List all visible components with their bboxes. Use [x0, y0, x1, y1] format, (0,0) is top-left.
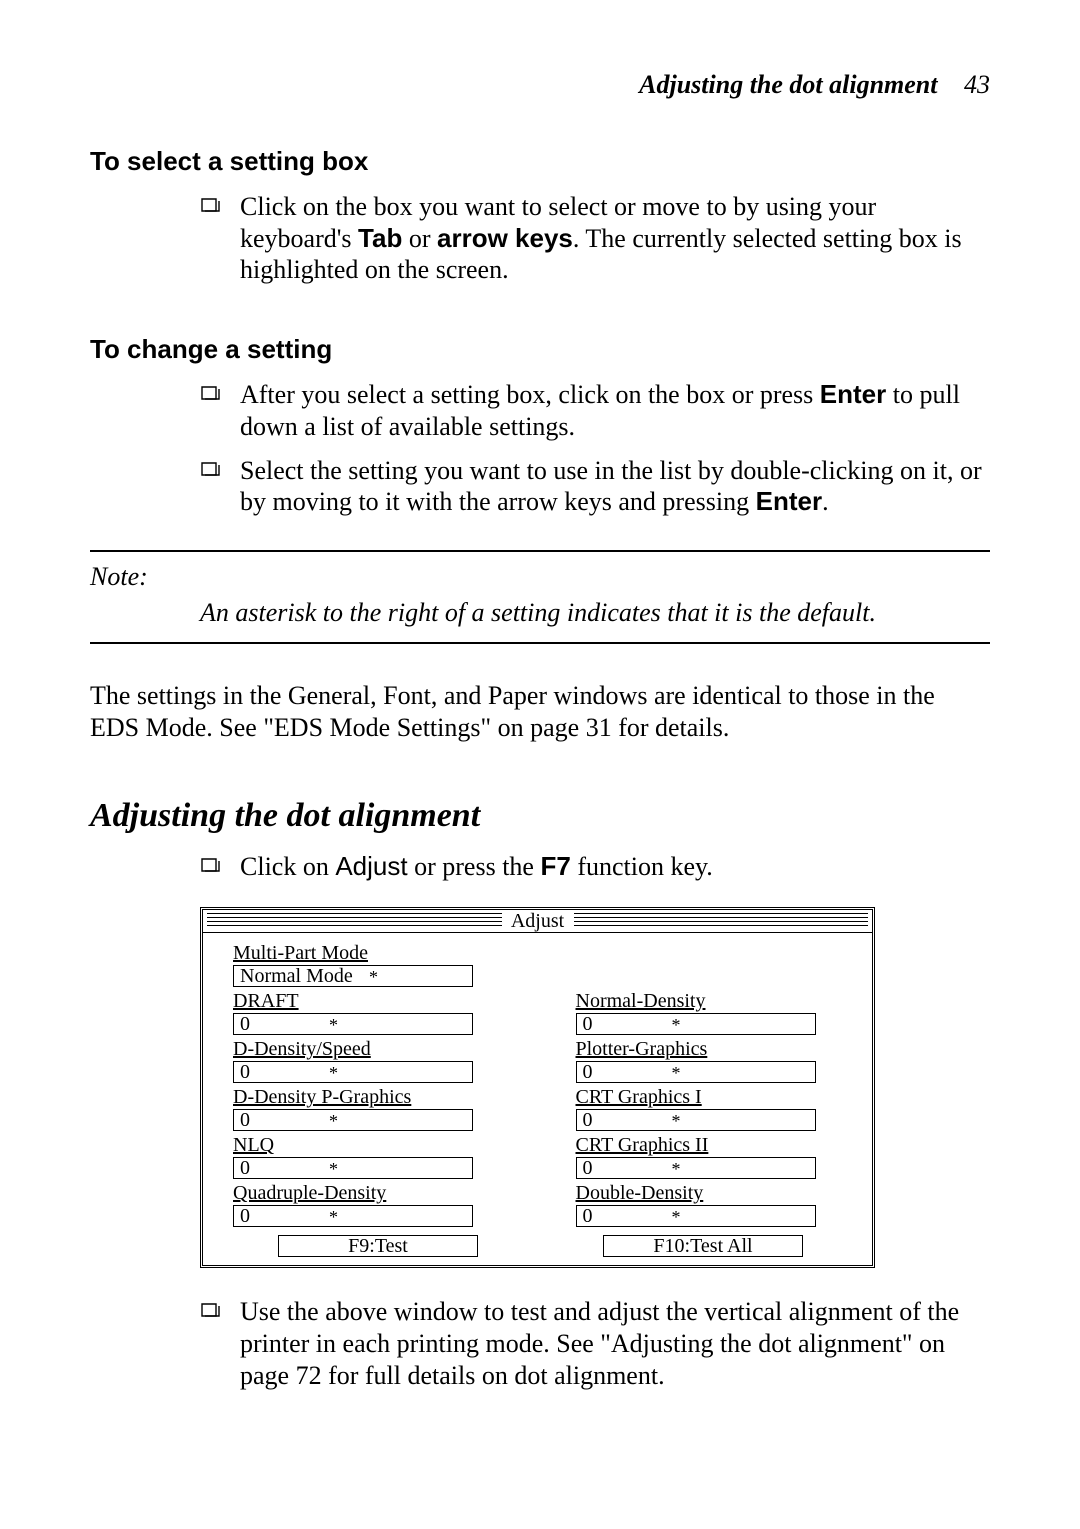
dialog-right-column: Normal-Density 0 * Plotter-Graphics 0 * … [576, 939, 849, 1229]
field-input-ddensity-speed[interactable]: 0 * [233, 1061, 473, 1083]
text: After you select a setting box, click on… [240, 380, 820, 409]
list-item: After you select a setting box, click on… [200, 379, 990, 442]
titlebar-stripes-icon [574, 913, 869, 929]
titlebar-stripes-icon [207, 913, 502, 929]
field-label-draft: DRAFT [233, 990, 506, 1013]
text: . [822, 487, 829, 516]
default-asterisk-icon: * [369, 967, 378, 987]
divider [90, 550, 990, 552]
running-title: Adjusting the dot alignment [639, 70, 937, 99]
field-label-crt-graphics-2: CRT Graphics II [576, 1134, 849, 1157]
bold-text-enter: Enter [756, 486, 822, 516]
field-input-quadruple-density[interactable]: 0 * [233, 1205, 473, 1227]
field-input-normal-density[interactable]: 0 * [576, 1013, 816, 1035]
dialog-button-row: F9:Test F10:Test All [233, 1235, 848, 1257]
test-all-button[interactable]: F10:Test All [603, 1235, 803, 1257]
field-value: 0 [240, 1110, 250, 1130]
running-header: Adjusting the dot alignment 43 [90, 70, 990, 100]
list-item-text: Click on the box you want to select or m… [240, 191, 990, 286]
field-value: Normal Mode [240, 966, 353, 986]
dialog-left-column: Multi-Part Mode Normal Mode * DRAFT 0 * … [233, 939, 506, 1229]
default-asterisk-icon: * [329, 1207, 338, 1227]
field-label-multi-part: Multi-Part Mode [233, 942, 506, 965]
checkbox-bullet-icon [200, 459, 222, 477]
page-number: 43 [964, 70, 990, 99]
field-label-normal-density: Normal-Density [576, 990, 849, 1013]
paragraph: The settings in the General, Font, and P… [90, 680, 990, 743]
text: or press the [408, 852, 541, 881]
field-label-double-density: Double-Density [576, 1182, 849, 1205]
field-label-quadruple-density: Quadruple-Density [233, 1182, 506, 1205]
list-item-text: Click on Adjust or press the F7 function… [240, 851, 990, 883]
dialog-body: Multi-Part Mode Normal Mode * DRAFT 0 * … [203, 933, 872, 1265]
field-value: 0 [583, 1110, 593, 1130]
field-label-crt-graphics-1: CRT Graphics I [576, 1086, 849, 1109]
heading-select-setting-box: To select a setting box [90, 146, 990, 177]
dialog-title: Adjust [505, 910, 570, 932]
list-item: Click on Adjust or press the F7 function… [200, 851, 990, 883]
dialog-titlebar: Adjust [203, 910, 872, 933]
list-item-text: Use the above window to test and adjust … [240, 1296, 990, 1391]
heading-adjusting-dot-alignment: Adjusting the dot alignment [90, 797, 990, 835]
field-value: 0 [240, 1062, 250, 1082]
default-asterisk-icon: * [672, 1111, 681, 1131]
field-label-plotter-graphics: Plotter-Graphics [576, 1038, 849, 1061]
field-value: 0 [240, 1206, 250, 1226]
field-input-nlq[interactable]: 0 * [233, 1157, 473, 1179]
checkbox-bullet-icon [200, 1300, 222, 1318]
heading-change-setting: To change a setting [90, 334, 990, 365]
field-value: 0 [240, 1158, 250, 1178]
field-label-nlq: NLQ [233, 1134, 506, 1157]
list-item-text: After you select a setting box, click on… [240, 379, 990, 442]
bold-text-tab: Tab [358, 223, 402, 253]
note-body: An asterisk to the right of a setting in… [200, 598, 990, 628]
default-asterisk-icon: * [329, 1111, 338, 1131]
bold-text-f7: F7 [540, 851, 570, 881]
default-asterisk-icon: * [672, 1159, 681, 1179]
checkbox-bullet-icon [200, 383, 222, 401]
bold-text-arrow-keys: arrow keys [437, 223, 573, 253]
field-value: 0 [583, 1206, 593, 1226]
adjust-dialog-wrap: Adjust Multi-Part Mode Normal Mode * DRA… [200, 907, 990, 1268]
list-item: Use the above window to test and adjust … [200, 1296, 990, 1391]
field-value: 0 [240, 1014, 250, 1034]
field-input-draft[interactable]: 0 * [233, 1013, 473, 1035]
adjust-dialog: Adjust Multi-Part Mode Normal Mode * DRA… [200, 907, 875, 1268]
checkbox-bullet-icon [200, 855, 222, 873]
text: or [402, 224, 437, 253]
field-label-ddensity-pgraphics: D-Density P-Graphics [233, 1086, 506, 1109]
field-label-ddensity-speed: D-Density/Speed [233, 1038, 506, 1061]
list-item: Select the setting you want to use in th… [200, 455, 990, 518]
field-value: 0 [583, 1014, 593, 1034]
field-input-crt-graphics-2[interactable]: 0 * [576, 1157, 816, 1179]
page: Adjusting the dot alignment 43 To select… [0, 0, 1080, 1529]
checkbox-bullet-icon [200, 195, 222, 213]
bold-text-enter: Enter [820, 379, 886, 409]
text: function key. [571, 852, 713, 881]
field-input-multi-part[interactable]: Normal Mode * [233, 965, 473, 987]
list-item-text: Select the setting you want to use in th… [240, 455, 990, 518]
default-asterisk-icon: * [329, 1063, 338, 1083]
field-value: 0 [583, 1158, 593, 1178]
note-label: Note: [90, 562, 990, 592]
default-asterisk-icon: * [329, 1159, 338, 1179]
default-asterisk-icon: * [329, 1015, 338, 1035]
field-input-crt-graphics-1[interactable]: 0 * [576, 1109, 816, 1131]
default-asterisk-icon: * [672, 1207, 681, 1227]
sans-text-adjust: Adjust [335, 851, 407, 881]
list-item: Click on the box you want to select or m… [200, 191, 990, 286]
test-button[interactable]: F9:Test [278, 1235, 478, 1257]
default-asterisk-icon: * [672, 1063, 681, 1083]
field-input-double-density[interactable]: 0 * [576, 1205, 816, 1227]
text: Click on [240, 852, 335, 881]
field-input-plotter-graphics[interactable]: 0 * [576, 1061, 816, 1083]
field-input-ddensity-pgraphics[interactable]: 0 * [233, 1109, 473, 1131]
divider [90, 642, 990, 644]
field-value: 0 [583, 1062, 593, 1082]
text: Select the setting you want to use in th… [240, 456, 982, 517]
default-asterisk-icon: * [672, 1015, 681, 1035]
